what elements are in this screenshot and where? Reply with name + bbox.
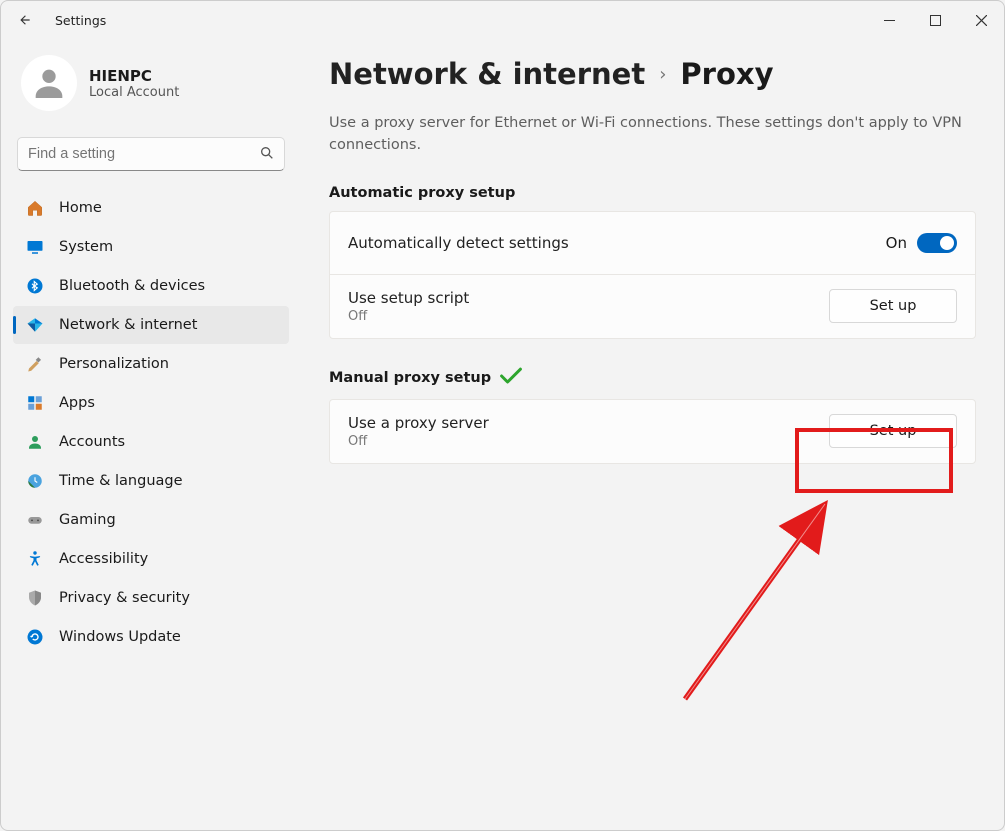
sidebar-item-bluetooth[interactable]: Bluetooth & devices xyxy=(13,267,289,305)
maximize-icon xyxy=(930,15,941,26)
gaming-icon xyxy=(25,510,45,530)
bluetooth-icon xyxy=(25,276,45,296)
window-controls xyxy=(866,1,1004,39)
minimize-button[interactable] xyxy=(866,1,912,39)
use-proxy-state: Off xyxy=(348,434,829,449)
app-title: Settings xyxy=(55,13,106,28)
search-icon xyxy=(259,145,275,165)
setup-script-state: Off xyxy=(348,309,829,324)
sidebar-item-apps[interactable]: Apps xyxy=(13,384,289,422)
chevron-right-icon: › xyxy=(659,64,666,85)
sidebar: HIENPC Local Account Home System xyxy=(1,39,301,830)
manual-proxy-group: Use a proxy server Off Set up xyxy=(329,399,976,464)
auto-detect-label: Automatically detect settings xyxy=(348,234,886,252)
auto-detect-toggle[interactable] xyxy=(917,233,957,253)
sidebar-item-label: System xyxy=(59,239,113,255)
personalization-icon xyxy=(25,354,45,374)
checkmark-icon xyxy=(499,367,523,389)
time-icon xyxy=(25,471,45,491)
accounts-icon xyxy=(25,432,45,452)
sidebar-item-personalization[interactable]: Personalization xyxy=(13,345,289,383)
sidebar-item-accounts[interactable]: Accounts xyxy=(13,423,289,461)
avatar xyxy=(21,55,77,111)
privacy-icon xyxy=(25,588,45,608)
use-proxy-label: Use a proxy server xyxy=(348,414,829,432)
toggle-state-text: On xyxy=(886,234,907,252)
setup-script-row: Use setup script Off Set up xyxy=(330,274,975,338)
section-title-auto: Automatic proxy setup xyxy=(329,185,976,201)
breadcrumb-parent[interactable]: Network & internet xyxy=(329,57,645,91)
sidebar-item-label: Accessibility xyxy=(59,551,148,567)
sidebar-item-label: Home xyxy=(59,200,102,216)
auto-detect-row[interactable]: Automatically detect settings On xyxy=(330,212,975,274)
arrow-left-icon xyxy=(18,13,32,27)
breadcrumb: Network & internet › Proxy xyxy=(329,57,976,91)
page-description: Use a proxy server for Ethernet or Wi-Fi… xyxy=(329,113,969,157)
back-button[interactable] xyxy=(9,4,41,36)
close-icon xyxy=(976,15,987,26)
sidebar-item-label: Time & language xyxy=(59,473,183,489)
sidebar-item-system[interactable]: System xyxy=(13,228,289,266)
profile-block[interactable]: HIENPC Local Account xyxy=(13,47,289,119)
sidebar-item-label: Windows Update xyxy=(59,629,181,645)
home-icon xyxy=(25,198,45,218)
titlebar: Settings xyxy=(1,1,1004,39)
network-icon xyxy=(25,315,45,335)
sidebar-item-network[interactable]: Network & internet xyxy=(13,306,289,344)
person-icon xyxy=(29,63,69,103)
search-input[interactable] xyxy=(17,137,285,171)
update-icon xyxy=(25,627,45,647)
setup-script-label: Use setup script xyxy=(348,289,829,307)
sidebar-item-label: Accounts xyxy=(59,434,125,450)
sidebar-item-gaming[interactable]: Gaming xyxy=(13,501,289,539)
main-content: Network & internet › Proxy Use a proxy s… xyxy=(301,39,1004,830)
sidebar-item-label: Gaming xyxy=(59,512,116,528)
sidebar-item-label: Personalization xyxy=(59,356,169,372)
settings-window: Settings HIENPC Local Account xyxy=(0,0,1005,831)
maximize-button[interactable] xyxy=(912,1,958,39)
setup-script-button[interactable]: Set up xyxy=(829,289,957,323)
sidebar-item-label: Privacy & security xyxy=(59,590,190,606)
sidebar-item-label: Bluetooth & devices xyxy=(59,278,205,294)
close-button[interactable] xyxy=(958,1,1004,39)
use-proxy-setup-button[interactable]: Set up xyxy=(829,414,957,448)
sidebar-item-label: Apps xyxy=(59,395,95,411)
minimize-icon xyxy=(884,15,895,26)
sidebar-item-home[interactable]: Home xyxy=(13,189,289,227)
sidebar-item-accessibility[interactable]: Accessibility xyxy=(13,540,289,578)
sidebar-item-label: Network & internet xyxy=(59,317,197,333)
profile-type: Local Account xyxy=(89,85,179,100)
breadcrumb-current: Proxy xyxy=(680,57,773,91)
use-proxy-row: Use a proxy server Off Set up xyxy=(330,400,975,463)
auto-proxy-group: Automatically detect settings On Use set… xyxy=(329,211,976,339)
profile-name: HIENPC xyxy=(89,67,179,85)
system-icon xyxy=(25,237,45,257)
annotation-arrow-icon xyxy=(675,489,845,709)
sidebar-item-time[interactable]: Time & language xyxy=(13,462,289,500)
search-box xyxy=(17,137,285,171)
accessibility-icon xyxy=(25,549,45,569)
apps-icon xyxy=(25,393,45,413)
sidebar-item-privacy[interactable]: Privacy & security xyxy=(13,579,289,617)
nav: Home System Bluetooth & devices Network … xyxy=(13,189,289,656)
sidebar-item-update[interactable]: Windows Update xyxy=(13,618,289,656)
section-title-manual: Manual proxy setup xyxy=(329,367,976,389)
